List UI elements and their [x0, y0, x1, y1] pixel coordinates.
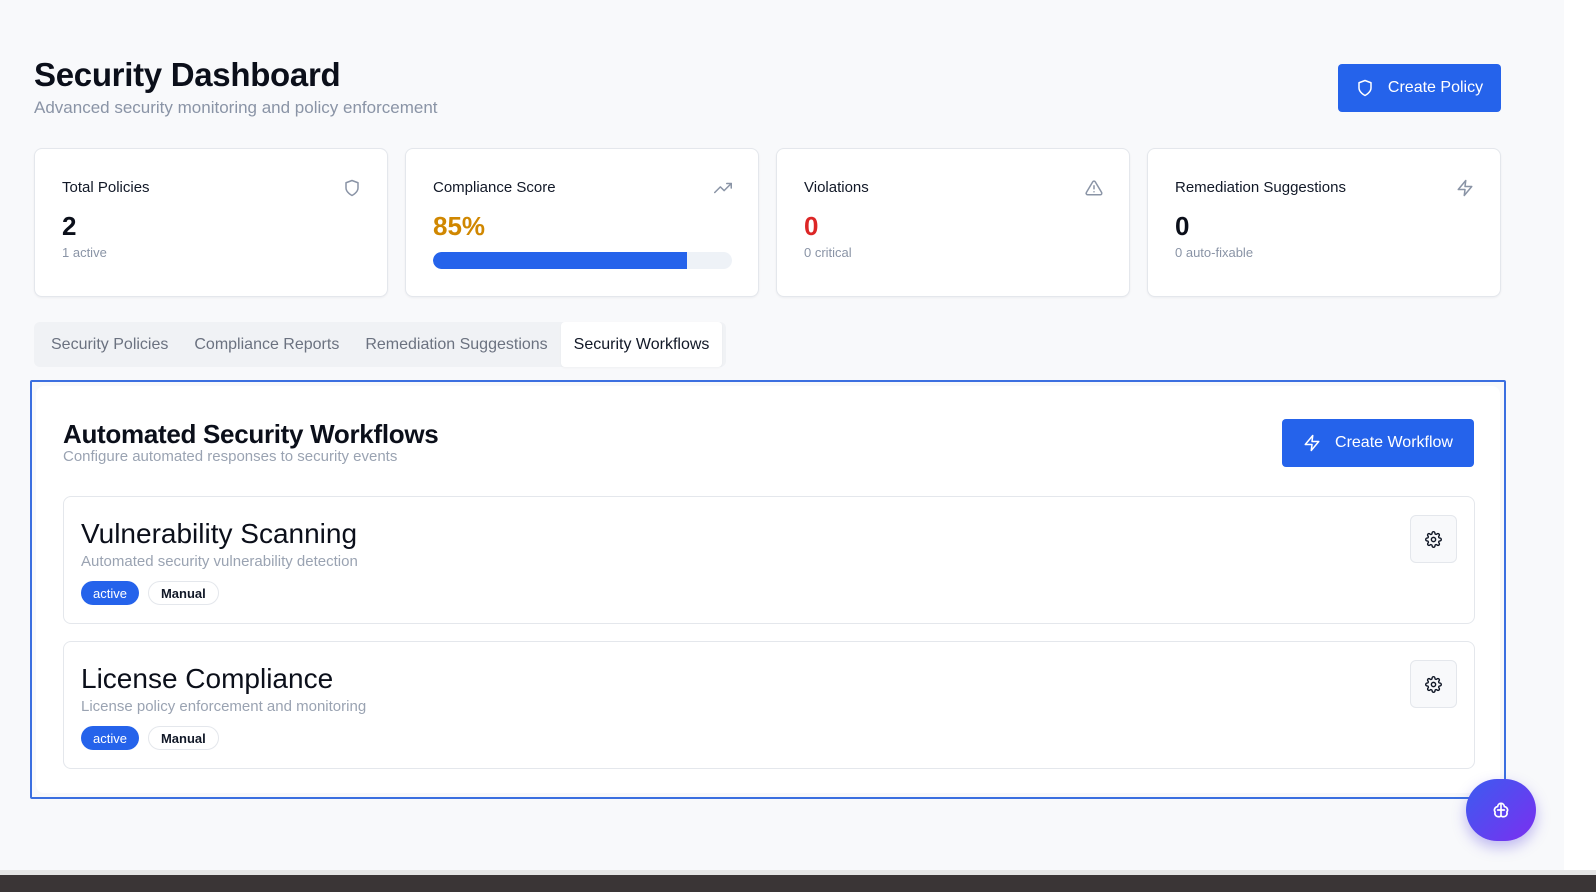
- app-viewport: Security Dashboard Advanced security mon…: [0, 0, 1564, 870]
- workflow-settings-button[interactable]: [1410, 660, 1457, 708]
- workflow-name: Vulnerability Scanning: [81, 518, 358, 549]
- ai-assistant-button[interactable]: [1466, 779, 1536, 841]
- workflow-name: License Compliance: [81, 663, 334, 694]
- stat-card-remediation: Remediation Suggestions 0 0 auto-fixable: [1147, 148, 1501, 297]
- trending-up-icon: [714, 182, 732, 194]
- create-policy-label: Create Policy: [1387, 79, 1484, 96]
- stat-sub: 0 critical: [804, 245, 852, 260]
- workflow-card: Vulnerability Scanning Automated securit…: [63, 496, 1475, 624]
- page-subtitle: Advanced security monitoring and policy …: [34, 98, 438, 117]
- panel-title: Automated Security Workflows: [63, 419, 439, 449]
- workflow-settings-button[interactable]: [1410, 515, 1457, 563]
- zap-icon: [1457, 179, 1473, 197]
- tab-remediation-suggestions[interactable]: Remediation Suggestions: [352, 322, 560, 367]
- create-workflow-button[interactable]: Create Workflow: [1282, 419, 1474, 467]
- stat-label: Remediation Suggestions: [1175, 179, 1346, 196]
- stat-value: 0: [804, 211, 819, 241]
- stat-sub: 1 active: [62, 245, 107, 260]
- status-badge: active: [81, 726, 139, 750]
- stat-card-violations: Violations 0 0 critical: [776, 148, 1130, 297]
- gear-icon: [1425, 530, 1442, 548]
- workflow-description: Automated security vulnerability detecti…: [81, 553, 358, 570]
- shield-icon: [1358, 79, 1372, 97]
- workflows-panel-body: Automated Security Workflows Configure a…: [36, 386, 1500, 793]
- tab-compliance-reports[interactable]: Compliance Reports: [181, 322, 352, 367]
- stat-card-total-policies: Total Policies 2 1 active: [34, 148, 388, 297]
- stat-value: 2: [62, 211, 77, 241]
- stat-card-compliance-score: Compliance Score 85%: [405, 148, 759, 297]
- tab-security-policies[interactable]: Security Policies: [38, 322, 181, 367]
- stat-label: Compliance Score: [433, 179, 556, 196]
- panel-subtitle: Configure automated responses to securit…: [63, 448, 398, 465]
- page-title: Security Dashboard: [34, 56, 341, 93]
- create-workflow-label: Create Workflow: [1335, 434, 1453, 451]
- zap-icon: [1304, 434, 1320, 452]
- shield-icon: [345, 179, 359, 197]
- workflow-badges: active Manual: [81, 581, 219, 605]
- compliance-progress-bar: [433, 252, 732, 269]
- compliance-progress-fill: [433, 252, 688, 269]
- window-edge: [1564, 0, 1596, 870]
- stat-sub: 0 auto-fixable: [1175, 245, 1254, 260]
- alert-triangle-icon: [1085, 180, 1103, 196]
- taskbar-edge: [0, 870, 1596, 892]
- brain-icon: [1493, 802, 1509, 818]
- tab-bar: Security Policies Compliance Reports Rem…: [34, 322, 727, 367]
- gear-icon: [1425, 675, 1442, 693]
- stat-label: Total Policies: [62, 179, 150, 196]
- stat-value: 85%: [433, 211, 486, 241]
- stat-label: Violations: [804, 179, 869, 196]
- create-policy-button[interactable]: Create Policy: [1338, 64, 1501, 112]
- trigger-badge: Manual: [147, 726, 219, 750]
- trigger-badge: Manual: [147, 581, 219, 605]
- workflow-description: License policy enforcement and monitorin…: [81, 698, 367, 715]
- workflow-badges: active Manual: [81, 726, 219, 750]
- page-header: Security Dashboard Advanced security mon…: [34, 56, 438, 118]
- tab-security-workflows[interactable]: Security Workflows: [560, 322, 723, 367]
- workflow-card: License Compliance License policy enforc…: [63, 641, 1475, 769]
- status-badge: active: [81, 581, 139, 605]
- stat-value: 0: [1175, 211, 1190, 241]
